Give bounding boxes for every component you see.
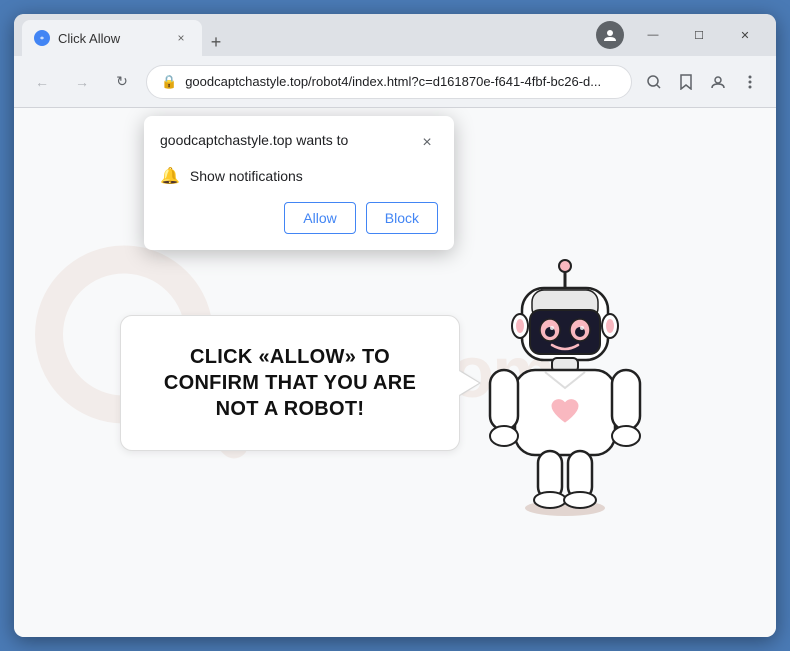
forward-button[interactable]: → (66, 66, 98, 98)
new-tab-button[interactable]: + (202, 28, 230, 56)
speech-bubble: CLICK «ALLOW» TO CONFIRM THAT YOU ARE NO… (120, 315, 460, 451)
lock-icon: 🔒 (161, 74, 177, 90)
bell-icon: 🔔 (160, 166, 180, 186)
notification-popup: goodcaptchastyle.top wants to × 🔔 Show n… (144, 116, 454, 250)
popup-site-text: goodcaptchastyle.top wants to (160, 132, 348, 148)
url-text: goodcaptchastyle.top/robot4/index.html?c… (185, 74, 617, 89)
title-bar: Click Allow × + — ☐ ✕ (14, 14, 776, 56)
block-button[interactable]: Block (366, 202, 438, 234)
robot-illustration (470, 258, 670, 508)
tab-strip: Click Allow × + (22, 14, 596, 56)
address-bar[interactable]: 🔒 goodcaptchastyle.top/robot4/index.html… (146, 65, 632, 99)
minimize-button[interactable]: — (630, 20, 676, 50)
profile-button[interactable] (704, 68, 732, 96)
tab-close-button[interactable]: × (172, 29, 190, 47)
refresh-button[interactable]: ↻ (106, 66, 138, 98)
popup-header: goodcaptchastyle.top wants to × (160, 132, 438, 154)
captcha-message: CLICK «ALLOW» TO CONFIRM THAT YOU ARE NO… (164, 346, 416, 420)
captcha-area: CLICK «ALLOW» TO CONFIRM THAT YOU ARE NO… (120, 258, 670, 508)
tab-favicon (34, 30, 50, 46)
profile-icon (596, 21, 624, 49)
allow-button[interactable]: Allow (284, 202, 355, 234)
address-bar-container: ← → ↻ 🔒 goodcaptchastyle.top/robot4/inde… (14, 56, 776, 108)
bookmark-button[interactable] (672, 68, 700, 96)
back-button[interactable]: ← (26, 66, 58, 98)
popup-close-button[interactable]: × (416, 132, 438, 154)
notification-label: Show notifications (190, 168, 303, 184)
browser-window: Click Allow × + — ☐ ✕ ← → ↻ 🔒 goodcaptch… (14, 14, 776, 637)
popup-notification-row: 🔔 Show notifications (160, 166, 438, 186)
close-button[interactable]: ✕ (722, 20, 768, 50)
active-tab[interactable]: Click Allow × (22, 20, 202, 56)
content-area: risk4.com goodcaptchastyle.top wants to … (14, 108, 776, 637)
menu-button[interactable] (736, 68, 764, 96)
popup-buttons: Allow Block (160, 202, 438, 234)
window-controls: — ☐ ✕ (630, 20, 768, 50)
maximize-button[interactable]: ☐ (676, 20, 722, 50)
address-bar-actions (640, 68, 764, 96)
search-button[interactable] (640, 68, 668, 96)
tab-title: Click Allow (58, 31, 164, 46)
